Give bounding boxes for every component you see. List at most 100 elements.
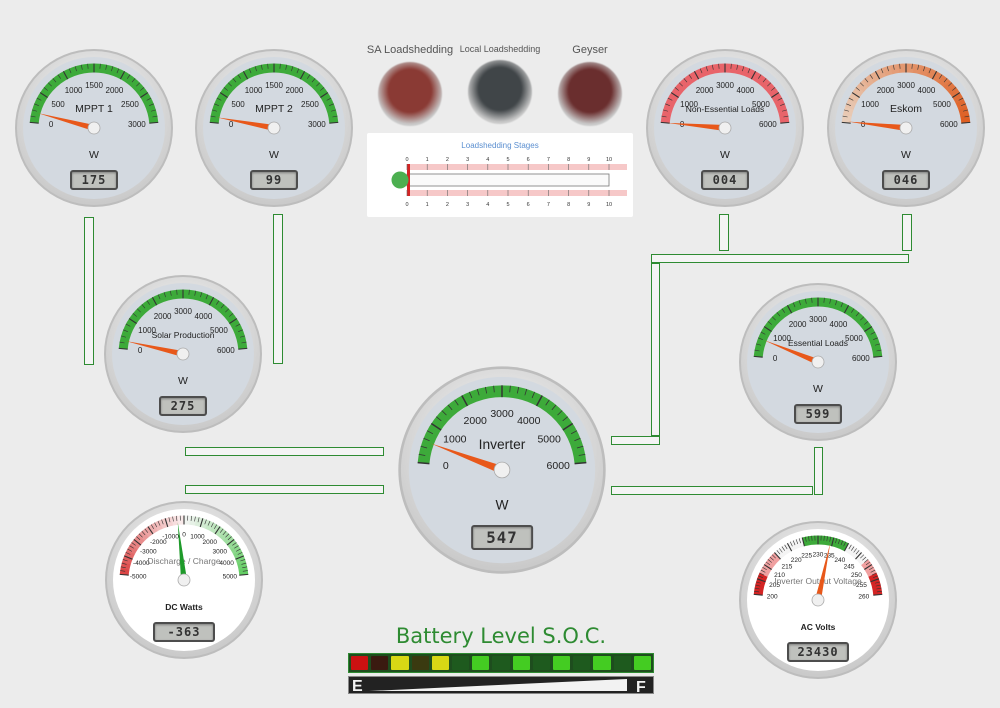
tick-label: 6000 [547,460,571,472]
tick-label: 5000 [933,100,951,109]
tick-label: 4000 [195,312,213,321]
gauge-unit: W [720,149,730,161]
tick-label: 260 [858,593,869,600]
fuel-empty-label: E [352,678,363,693]
tick-label: 500 [51,100,65,109]
gauge-title: Inverter Output Voltage [774,576,862,586]
battery-segment [492,656,510,670]
tick-label: 0 [861,120,866,129]
solar-production-gauge: 0 1000 2000 3000 4000 5000 6000 Solar Productio… [103,274,263,434]
connector-grid-down [651,263,660,436]
needle-hub [899,121,913,135]
stage-tick-label: 6 [527,157,530,163]
tick-label: 6000 [940,120,958,129]
stage-tick-label: 0 [405,157,408,163]
tick-mark [118,347,128,350]
battery-segment [431,656,450,670]
tick-label: 4000 [737,86,755,95]
stage-tick-label: 4 [486,157,489,163]
tick-mark [660,121,670,124]
local-loadshedding-lamp [468,60,532,124]
tick-mark [780,121,790,124]
gauge-unit: W [178,375,188,387]
tick-label: 3000 [128,120,146,129]
needle-hub [811,355,825,369]
tick-mark [329,121,339,124]
tick-label: 2000 [154,312,172,321]
stage-tick-label: 5 [506,157,509,163]
tick-label: 3000 [490,408,514,420]
battery-segment [452,656,470,670]
tick-label: 3000 [174,307,192,316]
tick-mark [753,355,763,358]
tick-label: 3000 [897,81,915,90]
gauge-title: Eskom [890,103,922,115]
tick-label: 2000 [789,320,807,329]
battery-segment [351,656,369,670]
tick-label: 2000 [877,86,895,95]
ac-volts-gauge: 200 205 210 215 220 225 230 235 240 245 250 255 260 I… [738,520,898,680]
stage-tick-label: 3 [466,202,469,208]
gauge-unit: DC Watts [165,602,203,612]
dc-watts-gauge: -5000 -4000 -3000 -2000 -1000 0 1000 2000 3000 40… [104,500,264,660]
battery-segment [633,656,652,670]
tick-label: 0 [443,460,449,472]
stage-tick-label: 1 [426,202,429,208]
acvolts-readout: 23430 [787,642,849,662]
tick-label: 1500 [85,81,103,90]
nonessential-readout: 004 [701,170,749,190]
mppt2-gauge: 0 500 1000 1500 2000 2500 3000 MPPT 2 W 99 [194,48,354,208]
gauge-title: Non-Essential Loads [686,104,764,114]
tick-label: 245 [844,563,855,570]
needle-hub [87,121,101,135]
tick-label: 1000 [443,434,467,446]
tick-label: 2000 [696,86,714,95]
sa-loadshedding-indicator: SA Loadshedding [365,44,455,126]
tick-label: 0 [773,354,778,363]
battery-segment [512,656,530,670]
gauge-unit: W [89,149,99,161]
tick-label: 2500 [121,100,139,109]
loadshedding-stages-panel: Loadshedding Stages 00112233445566778899… [367,133,633,217]
tick-label: 0 [229,120,234,129]
tick-label: -5000 [130,573,147,580]
tick-label: 220 [791,557,802,564]
tick-mark [209,121,219,124]
local-loadshedding-indicator: Local Loadshedding [455,44,545,124]
geyser-label: Geyser [572,44,608,56]
sa-loadshedding-lamp [378,62,442,126]
tick-mark [238,347,248,350]
stage-tick-label: 2 [446,202,449,208]
tick-label: 0 [182,531,186,538]
tick-label: 230 [813,551,824,558]
connector-inverter-essential [611,486,813,495]
stage-tick-label: 10 [606,202,612,208]
tick-label: 200 [767,593,778,600]
stage-tick-label: 10 [606,157,612,163]
tick-label: 5000 [223,573,238,580]
needle-hub [718,121,732,135]
tick-label: -3000 [140,548,157,555]
tick-label: 2000 [202,539,217,546]
eskom-gauge: 0 1000 2000 3000 4000 5000 6000 Eskom W 046 [826,48,986,208]
battery-segment [573,656,591,670]
stage-tick-label: 1 [426,157,429,163]
tick-label: 3000 [809,315,827,324]
needle-hub [176,347,190,361]
connector-mppt1-solar [84,217,94,365]
needle-hub [493,461,511,479]
loadshedding-stages-scale: 0 0 1 1 2 2 3 3 4 4 5 5 6 6 7 7 8 8 9 9 10 10 [391,157,627,208]
gauge-title: MPPT 2 [255,103,293,115]
eskom-readout: 046 [882,170,930,190]
battery-segment [532,656,551,670]
tick-label: 235 [824,553,835,560]
geyser-lamp [558,62,622,126]
fuel-wedge [369,679,627,691]
tick-label: 500 [231,100,245,109]
tick-label: 1000 [861,100,879,109]
tick-mark [841,121,851,124]
tick-label: 1000 [65,86,83,95]
tick-mark [119,573,129,576]
gauge-title: Inverter [479,437,526,452]
mppt1-readout: 175 [70,170,118,190]
